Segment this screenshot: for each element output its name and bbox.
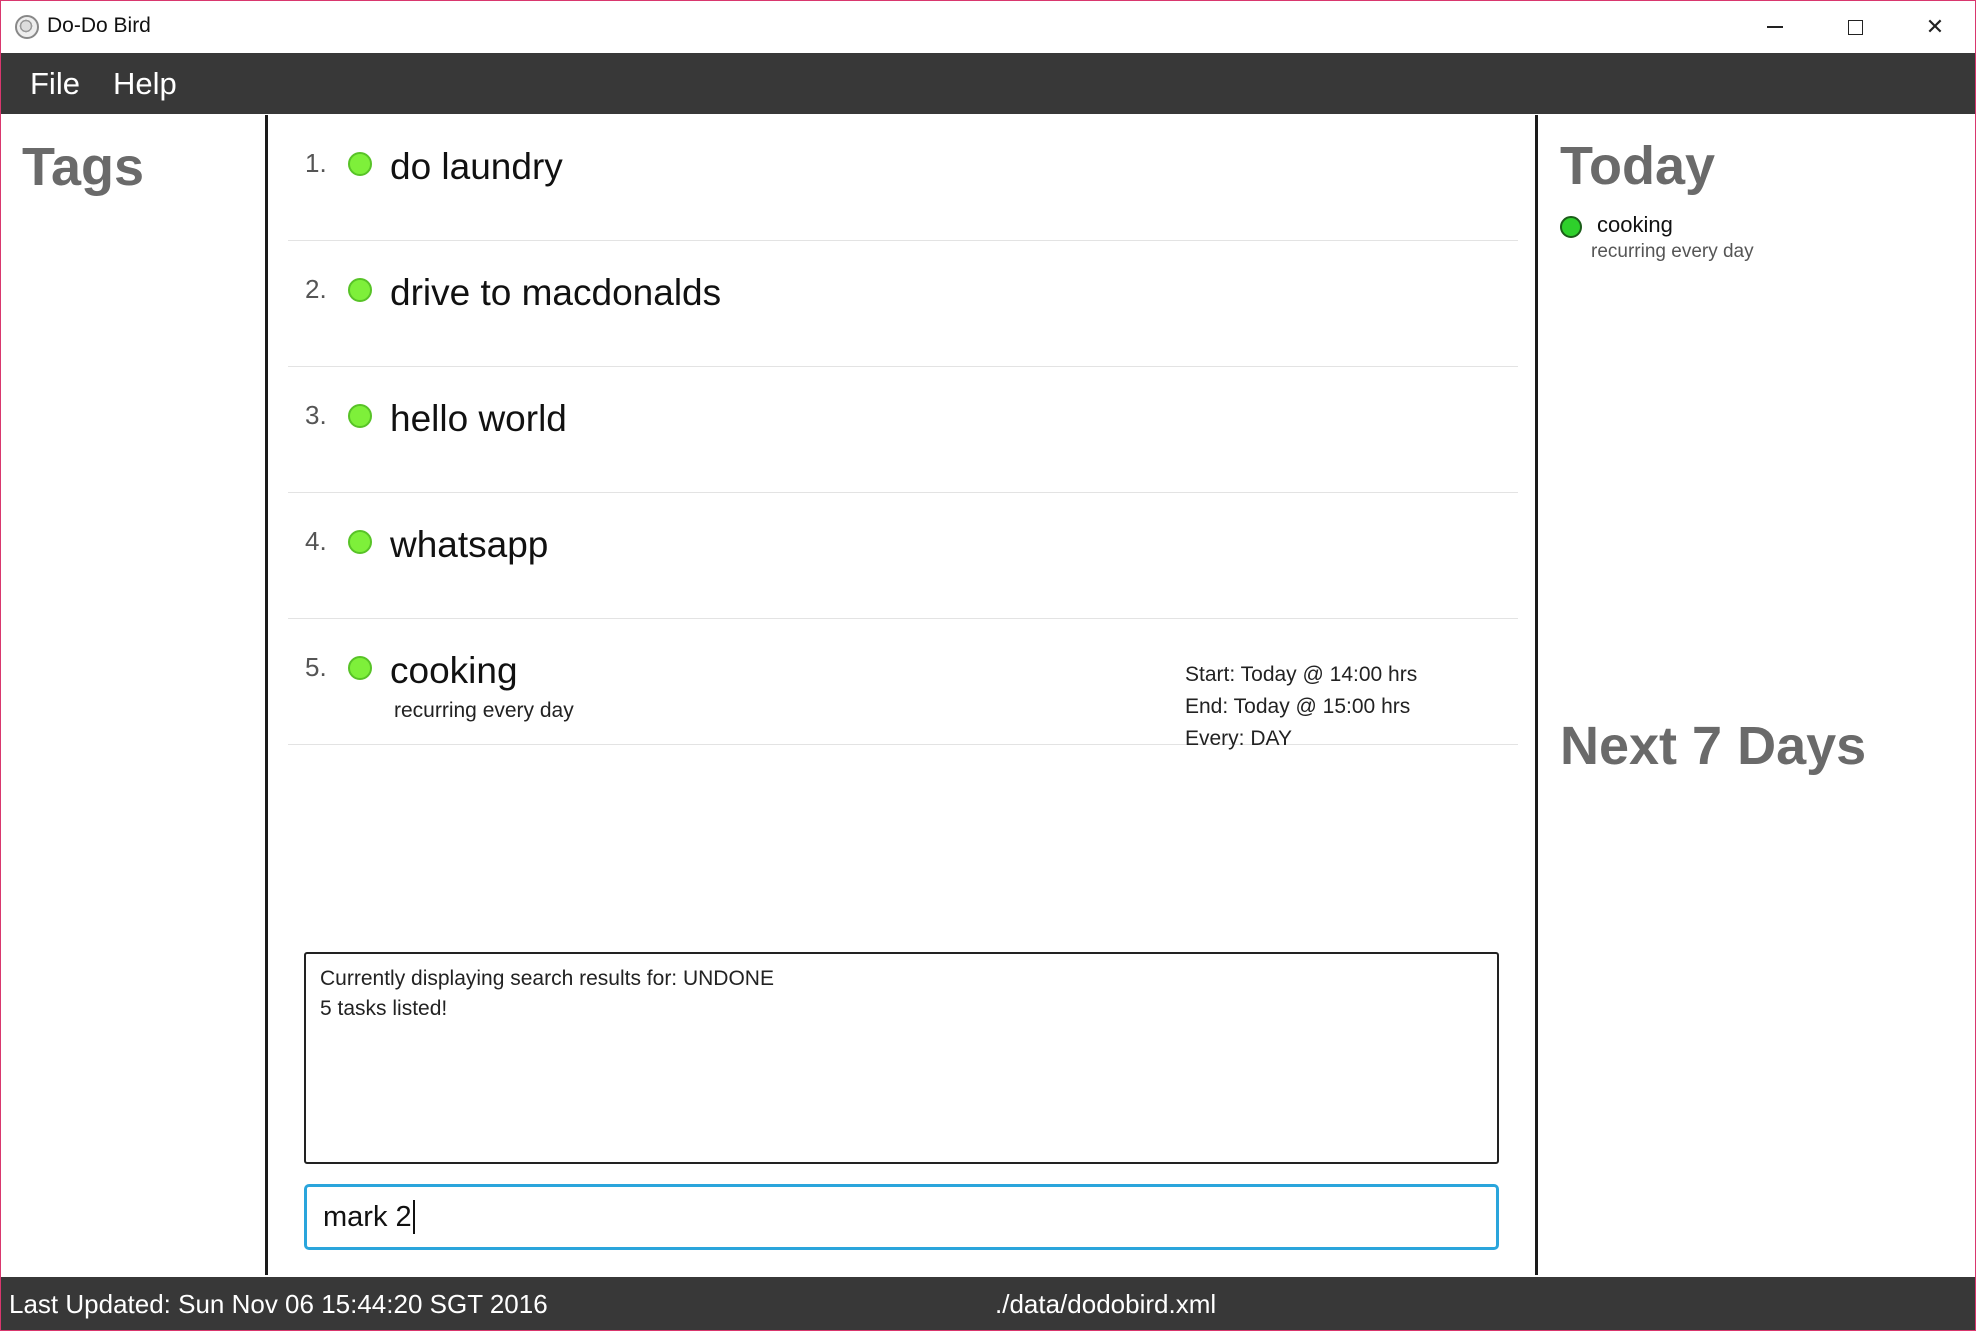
task-number: 3.	[305, 400, 327, 430]
task-row[interactable]: 3. hello world	[288, 367, 1518, 493]
result-display[interactable]: Currently displaying search results for:…	[304, 952, 1499, 1164]
command-input[interactable]: mark 2	[304, 1184, 1499, 1250]
task-number: 5.	[305, 652, 327, 682]
task-row[interactable]: 1. do laundry	[288, 115, 1518, 241]
today-title: Today	[1560, 136, 1716, 196]
today-item-name: cooking	[1597, 212, 1673, 237]
task-name: do laundry	[390, 146, 563, 187]
task-number: 4.	[305, 526, 327, 556]
menu-file[interactable]: File	[30, 66, 80, 102]
status-dot-icon	[348, 656, 372, 680]
task-name: drive to macdonalds	[390, 272, 722, 313]
task-number: 1.	[305, 148, 327, 178]
status-bar: Last Updated: Sun Nov 06 15:44:20 SGT 20…	[1, 1277, 1975, 1330]
last-updated: Last Updated: Sun Nov 06 15:44:20 SGT 20…	[9, 1289, 548, 1319]
next-7-days-title: Next 7 Days	[1560, 716, 1867, 776]
task-list: 1. do laundry 2. drive to macdonalds 3. …	[288, 115, 1518, 750]
status-dot-icon	[348, 404, 372, 428]
maximize-button[interactable]	[1815, 1, 1895, 53]
title-bar: Do-Do Bird ✕	[1, 1, 1975, 53]
status-dot-icon	[348, 278, 372, 302]
close-button[interactable]: ✕	[1895, 1, 1975, 53]
task-name: cooking	[390, 650, 518, 691]
menu-bar: File Help	[1, 53, 1975, 114]
minimize-button[interactable]	[1735, 1, 1815, 53]
command-value: mark 2	[323, 1200, 412, 1233]
status-dot-icon	[348, 530, 372, 554]
minimize-icon	[1767, 26, 1783, 28]
task-number: 2.	[305, 274, 327, 304]
result-line: Currently displaying search results for:…	[320, 967, 774, 990]
task-start: Start: Today @ 14:00 hrs	[1185, 663, 1418, 686]
agenda-panel: Today cooking recurring every day Next 7…	[1538, 114, 1975, 1277]
task-end: End: Today @ 15:00 hrs	[1185, 695, 1411, 718]
result-line: 5 tasks listed!	[320, 997, 448, 1020]
file-path: ./data/dodobird.xml	[995, 1289, 1217, 1319]
task-row[interactable]: 5. cooking recurring every day Start: To…	[288, 619, 1518, 750]
task-recurrence: recurring every day	[394, 699, 574, 722]
task-name: whatsapp	[390, 524, 549, 565]
tags-title: Tags	[22, 137, 145, 197]
task-schedule: Start: Today @ 14:00 hrs End: Today @ 15…	[1185, 659, 1417, 755]
menu-help[interactable]: Help	[113, 66, 177, 102]
left-divider	[265, 115, 268, 1275]
app-logo-icon	[15, 15, 39, 39]
maximize-icon	[1847, 19, 1863, 35]
task-name: hello world	[390, 398, 567, 439]
status-dot-icon	[1560, 216, 1582, 238]
task-every: Every: DAY	[1185, 727, 1292, 750]
task-row[interactable]: 4. whatsapp	[288, 493, 1518, 619]
status-dot-icon	[348, 152, 372, 176]
text-caret	[412, 1200, 415, 1234]
app-window: Do-Do Bird ✕ File Help Tags 1. do laundr…	[0, 0, 1976, 1331]
window-title: Do-Do Bird	[47, 14, 151, 37]
today-item-recurrence: recurring every day	[1591, 241, 1754, 262]
task-row[interactable]: 2. drive to macdonalds	[288, 241, 1518, 367]
tags-panel: Tags	[1, 114, 266, 1277]
close-icon: ✕	[1925, 14, 1945, 39]
